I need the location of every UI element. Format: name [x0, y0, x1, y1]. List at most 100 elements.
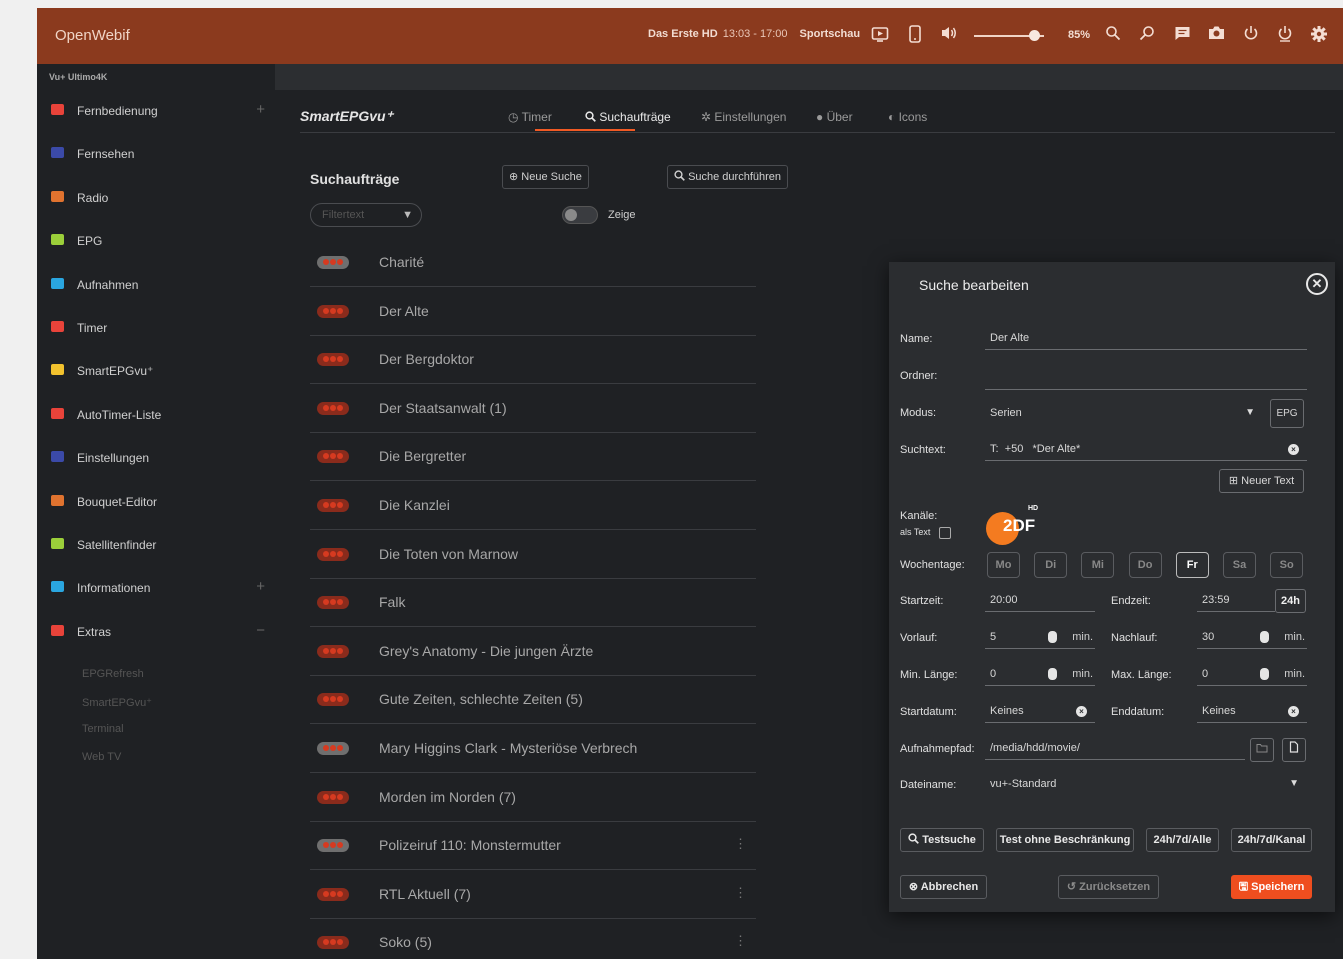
file-icon[interactable] [1282, 738, 1306, 762]
weekday-so[interactable]: So [1270, 552, 1304, 578]
stepper-icon[interactable] [1048, 668, 1057, 680]
cancel-button[interactable]: ⊗ Abbrechen [900, 875, 987, 899]
volume-slider-knob[interactable] [1028, 30, 1040, 41]
min-length-field[interactable]: 0 min. [985, 664, 1095, 686]
zoom-out-icon[interactable] [1136, 25, 1158, 47]
test-unrestricted-button[interactable]: Test ohne Beschränkung [996, 828, 1134, 852]
weekday-do[interactable]: Do [1128, 552, 1162, 578]
mode-select[interactable]: Serien ▼ [985, 403, 1263, 425]
standby-icon[interactable] [1240, 25, 1262, 47]
weekday-fr[interactable]: Fr [1175, 552, 1209, 578]
list-item[interactable]: Morden im Norden (7) [310, 774, 756, 822]
collapse-icon[interactable]: − [256, 622, 265, 639]
weekday-di[interactable]: Di [1034, 552, 1068, 578]
now-playing[interactable]: Das Erste HD 13:03 - 17:00 Sportschau [648, 28, 860, 40]
sidebar-item-fernbedienung[interactable]: Fernbedienung + [37, 93, 275, 129]
weekday-sa[interactable]: Sa [1223, 552, 1256, 578]
stepper-icon[interactable] [1048, 631, 1057, 643]
folder-field[interactable] [985, 368, 1307, 390]
more-vertical-icon[interactable]: ⋮ [734, 836, 747, 852]
sidebar-subitem[interactable]: Web TV [82, 751, 121, 763]
pre-field[interactable]: 5 min. [985, 627, 1095, 649]
expand-icon[interactable]: + [256, 578, 265, 595]
sidebar-item-satellitenfinder[interactable]: Satellitenfinder [37, 527, 275, 563]
save-button[interactable]: 🖫 Speichern [1231, 875, 1312, 899]
tab-icons[interactable]: ◐ Icons [888, 110, 927, 124]
list-item[interactable]: Die Kanzlei [310, 482, 756, 530]
zoom-in-icon[interactable] [1102, 25, 1124, 47]
list-item[interactable]: Der Staatsanwalt (1) [310, 385, 756, 433]
post-field[interactable]: 30 min. [1197, 627, 1307, 649]
list-item[interactable]: RTL Aktuell (7) ⋮ [310, 871, 756, 919]
stepper-icon[interactable] [1260, 668, 1269, 680]
weekday-mo[interactable]: Mo [987, 552, 1020, 578]
stepper-icon[interactable] [1260, 631, 1269, 643]
camera-icon[interactable] [1205, 25, 1227, 47]
end-date-field[interactable]: Keines × [1197, 701, 1307, 723]
folder-icon[interactable] [1250, 738, 1274, 762]
searchtext-field[interactable]: T: +50 *Der Alte* × [985, 439, 1307, 461]
start-time-field[interactable]: 20:00 [985, 590, 1095, 612]
phone-icon[interactable] [904, 25, 926, 47]
list-item[interactable]: Mary Higgins Clark - Mysteriöse Verbrech [310, 725, 756, 773]
list-item[interactable]: Die Bergretter [310, 433, 756, 482]
message-icon[interactable] [1171, 25, 1193, 47]
sidebar-subitem[interactable]: Terminal [82, 723, 124, 735]
list-item[interactable]: Gute Zeiten, schlechte Zeiten (5) [310, 676, 756, 725]
tab-timer[interactable]: ◷ Timer [508, 110, 552, 124]
max-length-field[interactable]: 0 min. [1197, 664, 1307, 686]
24h-button[interactable]: 24h [1275, 589, 1306, 613]
new-search-button[interactable]: ⊕ Neue Suche [502, 165, 589, 189]
end-time-field[interactable]: 23:59 [1197, 590, 1275, 612]
sidebar-item-extras[interactable]: Extras − [37, 614, 275, 650]
sidebar-item-timer[interactable]: Timer [37, 310, 275, 346]
settings-gear-icon[interactable] [1308, 25, 1330, 47]
list-item[interactable]: Soko (5) ⋮ [310, 919, 756, 959]
sidebar-item-radio[interactable]: Radio [37, 180, 275, 216]
power-icon[interactable] [1274, 25, 1296, 47]
expand-icon[interactable]: + [256, 101, 265, 118]
sidebar-item-einstellungen[interactable]: Einstellungen [37, 440, 275, 476]
sidebar-item-aufnahmen[interactable]: Aufnahmen [37, 267, 275, 303]
clear-icon[interactable]: × [1076, 706, 1087, 717]
sidebar-subitem[interactable]: SmartEPGvu⁺ [82, 696, 152, 709]
list-item[interactable]: Der Alte [310, 288, 756, 336]
path-field[interactable]: /media/hdd/movie/ [985, 738, 1245, 760]
sidebar-item-autotimer-liste[interactable]: AutoTimer-Liste [37, 397, 275, 433]
list-item[interactable]: Grey's Anatomy - Die jungen Ärzte [310, 628, 756, 676]
clear-icon[interactable]: × [1288, 444, 1299, 455]
sidebar-item-smartepgvu-[interactable]: SmartEPGvu⁺ [37, 353, 275, 389]
sidebar-item-informationen[interactable]: Informationen + [37, 570, 275, 606]
tab-suchauftraege[interactable]: Suchaufträge [585, 110, 671, 124]
list-item[interactable]: Polizeiruf 110: Monstermutter ⋮ [310, 822, 756, 871]
more-vertical-icon[interactable]: ⋮ [734, 885, 747, 901]
weekday-mi[interactable]: Mi [1081, 552, 1115, 578]
more-vertical-icon[interactable]: ⋮ [734, 933, 747, 949]
filename-select[interactable]: vu+-Standard ▼ [985, 774, 1307, 796]
show-toggle[interactable] [562, 206, 598, 224]
tab-einstellungen[interactable]: ✲ Einstellungen [701, 110, 786, 124]
sidebar-item-bouquet-editor[interactable]: Bouquet-Editor [37, 484, 275, 520]
test-24h-all-button[interactable]: 24h/7d/Alle [1146, 828, 1219, 852]
filter-input[interactable]: Filtertext ▼ [310, 203, 422, 227]
list-item[interactable]: Charité [310, 239, 756, 287]
volume-icon[interactable] [938, 25, 960, 47]
test-24h-channel-button[interactable]: 24h/7d/Kanal [1231, 828, 1312, 852]
clear-icon[interactable]: × [1288, 706, 1299, 717]
sidebar-item-epg[interactable]: EPG [37, 223, 275, 259]
tab-ueber[interactable]: ● Über [816, 110, 853, 124]
test-search-button[interactable]: Testsuche [900, 828, 984, 852]
sidebar-subitem[interactable]: EPGRefresh [82, 668, 144, 680]
close-icon[interactable]: ✕ [1306, 273, 1328, 295]
new-text-button[interactable]: ⊞ Neuer Text [1219, 469, 1304, 493]
list-item[interactable]: Der Bergdoktor [310, 336, 756, 385]
list-item[interactable]: Die Toten von Marnow [310, 531, 756, 579]
screen-play-icon[interactable] [869, 25, 891, 47]
run-search-button[interactable]: Suche durchführen [667, 165, 789, 189]
list-item[interactable]: Falk [310, 579, 756, 628]
start-date-field[interactable]: Keines × [985, 701, 1095, 723]
epg-button[interactable]: EPG [1270, 399, 1304, 428]
as-text-checkbox[interactable] [939, 527, 951, 539]
brand-logo[interactable]: OpenWebif [55, 27, 130, 44]
sidebar-item-fernsehen[interactable]: Fernsehen [37, 136, 275, 172]
